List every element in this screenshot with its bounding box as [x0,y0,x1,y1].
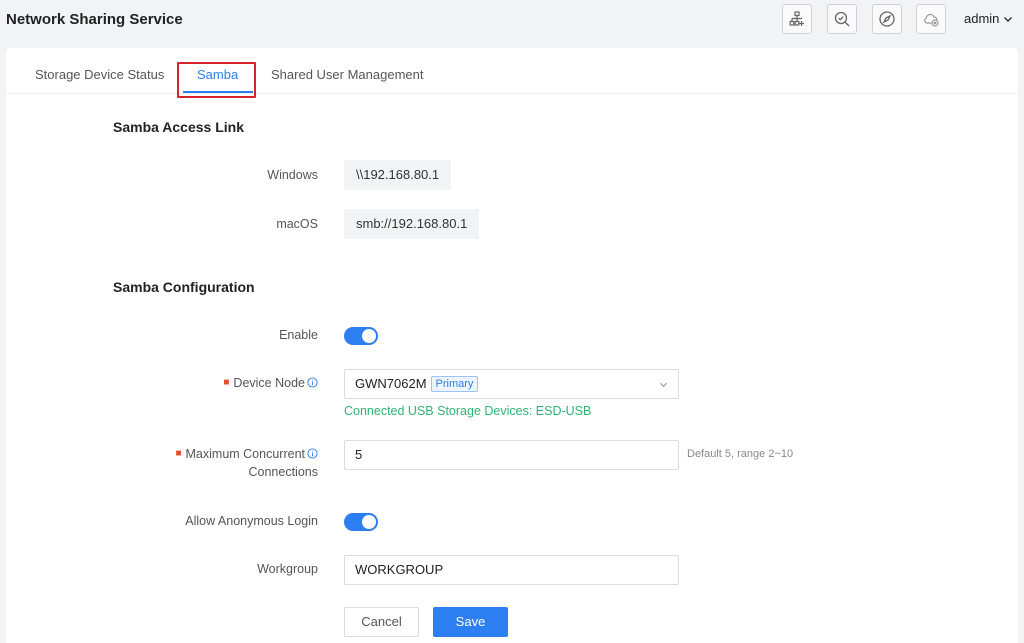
device-node-select[interactable]: GWN7062M Primary [344,369,679,399]
page-title: Network Sharing Service [6,11,183,28]
compass-button[interactable] [872,4,902,34]
access-link-title: Samba Access Link [113,119,244,135]
max-connections-hint: Default 5, range 2~10 [687,448,794,460]
cloud-offline-button[interactable] [916,4,946,34]
search-refresh-icon [834,11,850,27]
workgroup-label: Workgroup [257,562,318,576]
topology-add-button[interactable] [782,4,812,34]
info-icon[interactable] [307,377,318,388]
search-refresh-button[interactable] [827,4,857,34]
required-marker: ■ [175,448,182,459]
tab-storage-device-status[interactable]: Storage Device Status [35,67,164,82]
tab-highlight-box [177,62,256,98]
windows-link-value: \\192.168.80.1 [344,160,452,190]
chevron-down-icon [1004,16,1013,22]
compass-icon [879,11,895,27]
main-panel: Storage Device Status Samba Shared User … [6,48,1018,643]
chevron-down-icon [659,382,668,388]
top-bar: Network Sharing Service admin [0,0,1024,42]
username: admin [964,11,1000,26]
enable-label: Enable [279,328,318,342]
user-menu[interactable]: admin [964,11,1013,26]
tab-bar: Storage Device Status Samba Shared User … [6,48,1018,98]
workgroup-input[interactable]: WORKGROUP [344,555,679,585]
macos-label: macOS [276,217,318,231]
max-connections-input[interactable]: 5 [344,440,679,470]
cancel-button[interactable]: Cancel [344,607,419,637]
topology-add-icon [789,11,804,26]
info-icon[interactable] [307,448,318,459]
cloud-offline-icon [924,13,939,27]
macos-link-value: smb://192.168.80.1 [344,209,480,239]
primary-tag: Primary [430,376,479,392]
max-connections-label: ■ Maximum Concurrent Connections [175,447,318,479]
required-marker: ■ [223,377,230,388]
save-button[interactable]: Save [433,607,508,637]
anonymous-login-toggle[interactable] [344,513,378,531]
device-node-label: ■ Device Node [118,374,318,392]
enable-toggle[interactable] [344,327,378,345]
config-title: Samba Configuration [113,279,255,295]
anonymous-login-label: Allow Anonymous Login [185,514,318,528]
connected-devices-text: Connected USB Storage Devices: ESD-USB [344,404,592,418]
windows-label: Windows [267,168,318,182]
tab-shared-user-management[interactable]: Shared User Management [271,67,423,82]
